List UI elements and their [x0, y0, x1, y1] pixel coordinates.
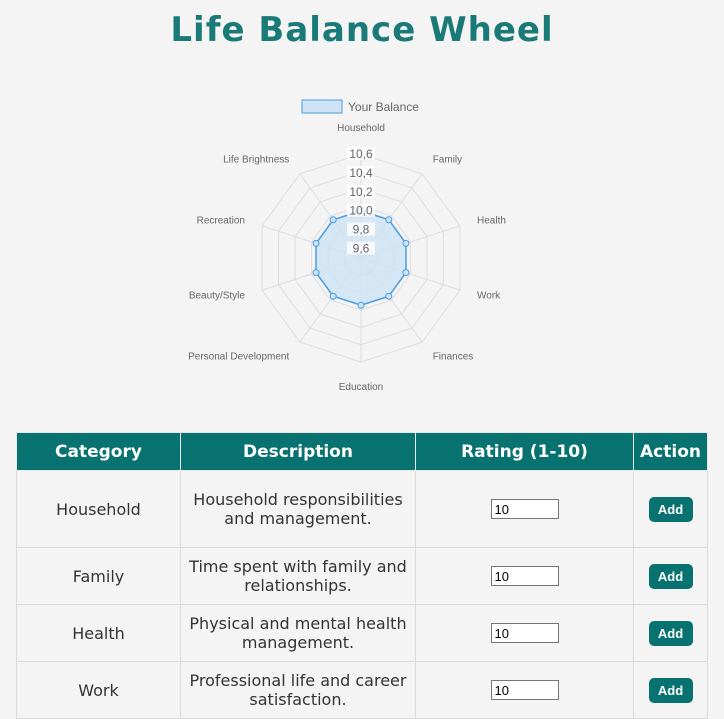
category-label: Life Brightness [223, 154, 289, 165]
rating-input[interactable] [490, 499, 559, 520]
rating-input[interactable] [490, 566, 559, 587]
tick-label: 10,2 [349, 185, 373, 199]
category-cell: Household [16, 470, 181, 548]
description-cell: Household responsibilities and managemen… [180, 470, 416, 548]
description-cell: Physical and mental health management. [180, 604, 416, 662]
action-cell: Add [633, 547, 708, 605]
table-header-row: Category Description Rating (1-10) Actio… [16, 432, 708, 471]
add-button[interactable]: Add [648, 563, 693, 589]
table-row: Family Time spent with family and relati… [16, 547, 708, 605]
data-point [312, 269, 320, 277]
category-table: Category Description Rating (1-10) Actio… [16, 432, 708, 719]
category-table-wrapper: Category Description Rating (1-10) Actio… [16, 432, 708, 719]
rating-cell [415, 547, 634, 605]
tick-label: 10,4 [349, 166, 373, 180]
rating-cell [415, 604, 634, 662]
table-row: Household Household responsibilities and… [16, 470, 708, 548]
action-cell: Add [633, 470, 708, 548]
add-button[interactable]: Add [648, 620, 693, 646]
category-label: Health [477, 215, 506, 226]
rating-input[interactable] [490, 680, 559, 701]
action-cell: Add [633, 661, 708, 719]
radar-chart-svg: Your Balance 9,6 9,8 10,0 10,2 10,4 10,6 Househ… [188, 99, 506, 393]
header-action: Action [633, 432, 708, 471]
category-label: Household [337, 123, 385, 134]
table-row: Health Physical and mental health manage… [16, 604, 708, 662]
data-point [385, 216, 393, 224]
data-point [329, 216, 337, 224]
category-label: Beauty/Style [189, 291, 246, 302]
data-point [402, 239, 410, 247]
category-label: Finances [433, 352, 474, 363]
tick-label: 10,6 [349, 147, 373, 161]
category-label: Personal Development [188, 352, 289, 363]
data-point [385, 292, 393, 300]
category-label: Education [339, 382, 383, 393]
category-label: Work [477, 291, 501, 302]
page-title: Life Balance Wheel [170, 10, 554, 50]
header-rating: Rating (1-10) [415, 432, 634, 471]
category-cell: Family [16, 547, 181, 605]
tick-label: 10,0 [349, 204, 373, 218]
legend-swatch [301, 99, 343, 114]
life-balance-radar-chart: Your Balance 9,6 9,8 10,0 10,2 10,4 10,6 Househ… [0, 90, 724, 400]
category-cell: Work [16, 661, 181, 719]
header-category: Category [16, 432, 181, 471]
add-button[interactable]: Add [648, 496, 693, 522]
category-cell: Health [16, 604, 181, 662]
category-label: Recreation [197, 215, 245, 226]
data-point [402, 269, 410, 277]
category-label: Family [433, 154, 462, 165]
data-point [357, 301, 365, 309]
tick-label: 9,8 [353, 223, 370, 237]
tick-label: 9,6 [353, 242, 370, 256]
table-row: Work Professional life and career satisf… [16, 661, 708, 719]
description-cell: Professional life and career satisfactio… [180, 661, 416, 719]
legend-label: Your Balance [348, 100, 419, 114]
action-cell: Add [633, 604, 708, 662]
rating-input[interactable] [490, 623, 559, 644]
rating-cell [415, 470, 634, 548]
data-point [312, 239, 320, 247]
rating-cell [415, 661, 634, 719]
header-description: Description [180, 432, 416, 471]
description-cell: Time spent with family and relationships… [180, 547, 416, 605]
data-point [329, 292, 337, 300]
add-button[interactable]: Add [648, 677, 693, 703]
